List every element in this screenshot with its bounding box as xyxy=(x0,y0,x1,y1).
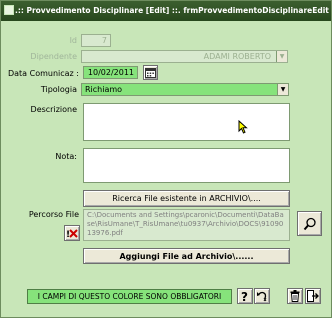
data-comunicaz-label: Data Comunicaz : xyxy=(7,69,79,78)
required-fields-legend: I CAMPI DI QUESTO COLORE SONO OBBLIGATOR… xyxy=(27,289,232,304)
percorso-file-label: Percorso File xyxy=(28,210,79,219)
mouse-cursor-icon xyxy=(238,120,248,134)
nota-textarea[interactable] xyxy=(83,148,290,183)
descrizione-label: Descrizione xyxy=(30,105,77,114)
ricerca-file-button[interactable]: Ricerca File esistente in ARCHIVIO\.... xyxy=(83,190,290,207)
delete-file-icon: ! xyxy=(66,228,78,239)
undo-button[interactable] xyxy=(254,288,270,304)
calendar-icon xyxy=(145,67,156,78)
tipologia-value: Richiamo xyxy=(85,85,123,94)
svg-text:!: ! xyxy=(66,230,70,239)
tipologia-label: Tipologia xyxy=(40,85,77,94)
id-label: Id xyxy=(69,36,77,45)
form-window: .:: Provvedimento Disciplinare [Edit] ::… xyxy=(0,0,332,318)
trash-icon xyxy=(290,290,300,302)
tipologia-combo[interactable]: Richiamo ▼ xyxy=(81,83,289,96)
title-bar: .:: Provvedimento Disciplinare [Edit] ::… xyxy=(1,1,331,21)
nota-label: Nota: xyxy=(55,152,77,161)
svg-text:?: ? xyxy=(241,290,248,302)
search-file-button[interactable] xyxy=(297,211,322,236)
help-button[interactable]: ? xyxy=(237,288,253,304)
tipologia-dropdown-icon[interactable]: ▼ xyxy=(277,84,288,95)
id-field: 7 xyxy=(81,34,111,47)
dipendente-value: ADAMI ROBERTO xyxy=(203,52,271,61)
exit-button[interactable] xyxy=(305,288,321,304)
delete-button[interactable] xyxy=(287,288,303,304)
exit-icon xyxy=(307,290,319,302)
window-title: .:: Provvedimento Disciplinare [Edit] ::… xyxy=(15,6,331,15)
calendar-button[interactable] xyxy=(143,65,158,80)
remove-file-button[interactable]: ! xyxy=(64,225,80,241)
help-icon: ? xyxy=(241,290,248,302)
dipendente-combo[interactable]: ADAMI ROBERTO ▼ xyxy=(81,50,288,63)
undo-icon xyxy=(257,291,267,302)
dipendente-label: Dipendente xyxy=(30,52,77,61)
data-comunicaz-field[interactable]: 10/02/2011 xyxy=(83,66,138,79)
app-icon xyxy=(4,5,14,15)
percorso-file-field: C:\Documents and Settings\pcaronic\Docum… xyxy=(83,209,290,241)
search-icon xyxy=(303,217,316,230)
descrizione-textarea[interactable] xyxy=(83,103,290,141)
dipendente-dropdown-icon[interactable]: ▼ xyxy=(276,51,287,62)
aggiungi-file-button[interactable]: Aggiungi File ad Archivio\...... xyxy=(83,248,290,264)
